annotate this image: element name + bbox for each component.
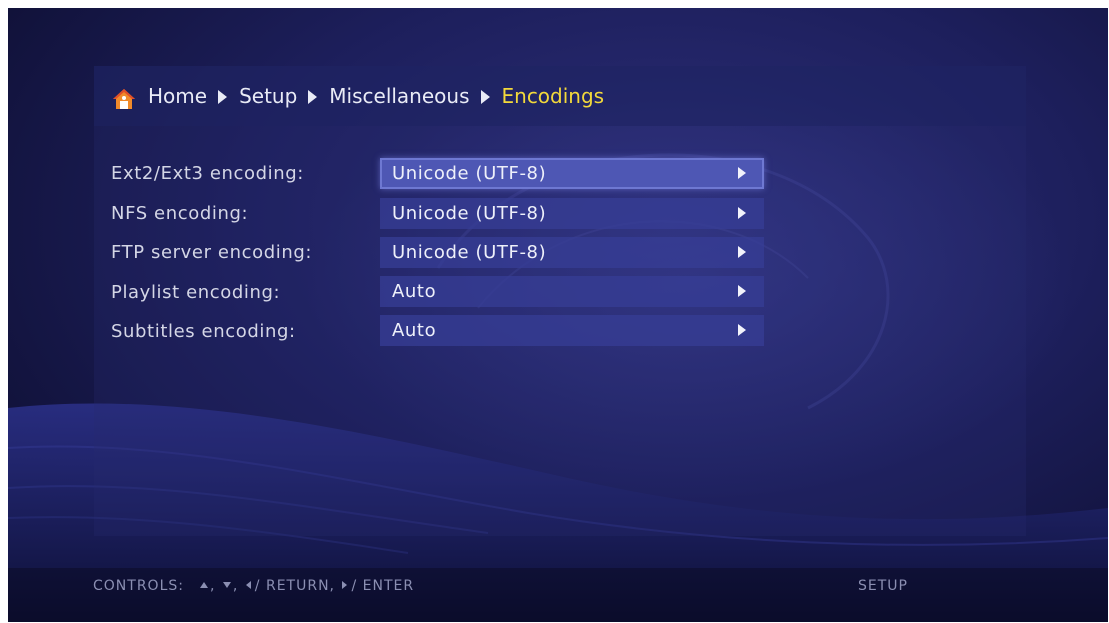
ftp-encoding-label: FTP server encoding: [111, 242, 313, 263]
chevron-right-icon [738, 246, 746, 258]
playlist-encoding-label: Playlist encoding: [111, 282, 281, 303]
arrow-right-icon [342, 581, 348, 589]
ext-encoding-value: Unicode (UTF-8) [392, 163, 547, 184]
subtitles-encoding-selector[interactable]: Auto [380, 315, 764, 346]
subtitles-encoding-value: Auto [392, 320, 437, 341]
ext-encoding-selector[interactable]: Unicode (UTF-8) [380, 158, 764, 189]
return-hint: / RETURN, [254, 578, 335, 594]
enter-hint: / ENTER [351, 578, 415, 594]
chevron-right-icon [738, 285, 746, 297]
nfs-encoding-label: NFS encoding: [111, 203, 249, 224]
chevron-right-icon [738, 167, 746, 179]
chevron-right-icon [480, 90, 490, 104]
playlist-encoding-value: Auto [392, 281, 437, 302]
controls-hint: CONTROLS: , , / RETURN, / ENTER [93, 578, 415, 594]
home-icon [113, 89, 135, 109]
nfs-encoding-value: Unicode (UTF-8) [392, 203, 547, 224]
chevron-right-icon [738, 324, 746, 336]
section-label: SETUP [858, 578, 908, 594]
setup-screen: Home Setup Miscellaneous Encodings Ext2/… [8, 8, 1108, 622]
arrow-down-icon [222, 582, 231, 588]
breadcrumb-setup[interactable]: Setup [239, 84, 297, 108]
breadcrumb-home[interactable]: Home [148, 84, 207, 108]
controls-label: CONTROLS: [93, 578, 184, 594]
ftp-encoding-value: Unicode (UTF-8) [392, 242, 547, 263]
playlist-encoding-selector[interactable]: Auto [380, 276, 764, 307]
arrow-left-icon [245, 581, 251, 589]
ftp-encoding-selector[interactable]: Unicode (UTF-8) [380, 237, 764, 268]
ext-encoding-label: Ext2/Ext3 encoding: [111, 163, 304, 184]
chevron-right-icon [218, 90, 228, 104]
footer-bar [8, 568, 1108, 622]
breadcrumb-miscellaneous[interactable]: Miscellaneous [329, 84, 469, 108]
nfs-encoding-selector[interactable]: Unicode (UTF-8) [380, 198, 764, 229]
arrow-up-icon [199, 582, 208, 588]
breadcrumb-encodings: Encodings [501, 84, 605, 108]
chevron-right-icon [308, 90, 318, 104]
subtitles-encoding-label: Subtitles encoding: [111, 321, 296, 342]
breadcrumb: Home Setup Miscellaneous Encodings [94, 66, 1026, 126]
chevron-right-icon [738, 207, 746, 219]
